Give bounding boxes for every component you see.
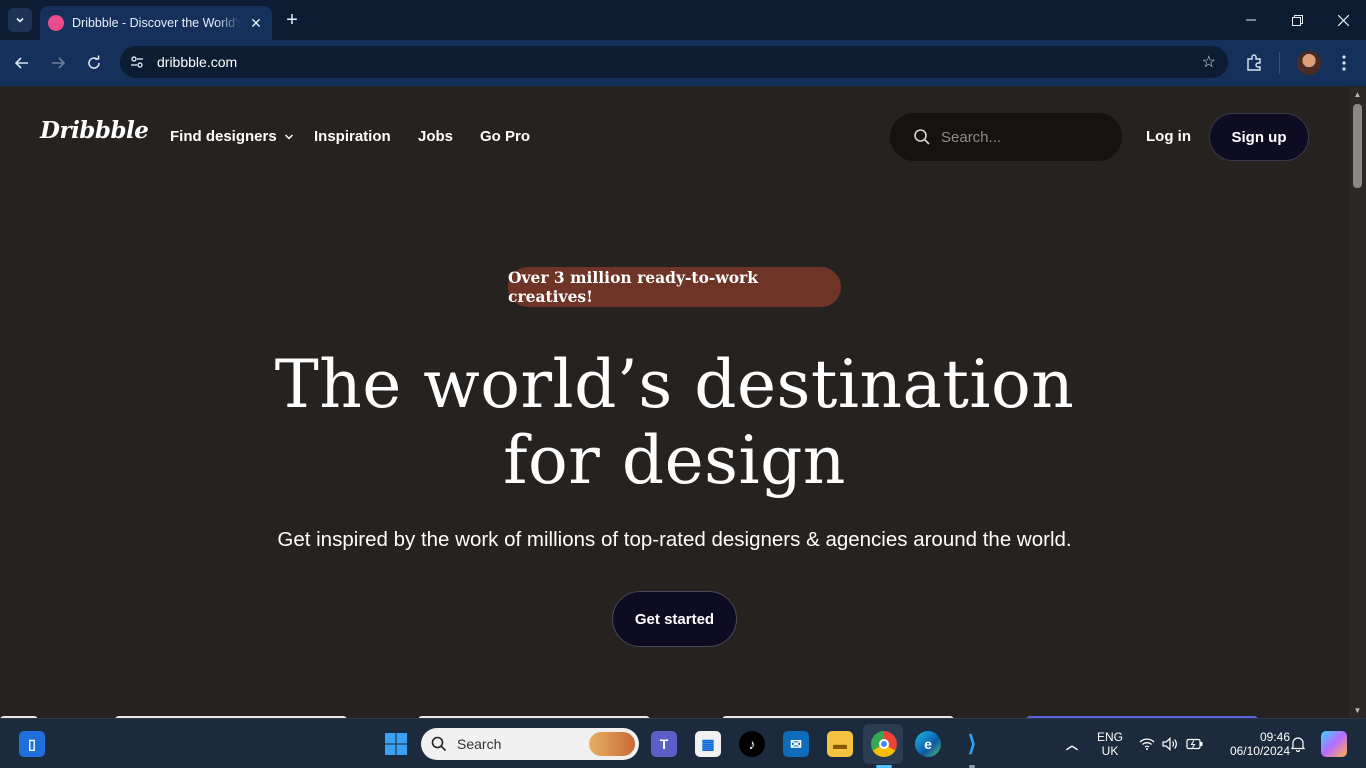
teams-icon[interactable]: T (651, 731, 677, 757)
file-explorer-icon[interactable]: ▬ (827, 731, 853, 757)
get-started-button[interactable]: Get started (612, 591, 737, 647)
speaker-icon (1162, 737, 1177, 751)
volume-icon[interactable] (1160, 731, 1180, 757)
tab-close-icon[interactable]: ✕ (248, 15, 264, 32)
close-icon (1337, 14, 1349, 26)
search-highlight-image (589, 732, 635, 756)
battery-charging-icon (1186, 738, 1203, 750)
dribbble-favicon-icon (48, 15, 64, 31)
start-button[interactable] (383, 731, 409, 757)
nav-find-designers[interactable]: Find designers (170, 128, 294, 145)
restore-button[interactable] (1285, 8, 1309, 32)
new-tab-button[interactable]: + (280, 8, 304, 32)
tab-search-button[interactable] (8, 8, 32, 32)
taskbar-search-label: Search (457, 736, 502, 752)
creatives-badge: Over 3 million ready-to-work creatives! (508, 267, 841, 307)
login-link[interactable]: Log in (1146, 128, 1191, 145)
battery-icon[interactable] (1185, 731, 1205, 757)
tiktok-icon[interactable]: ♪ (739, 731, 765, 757)
windows-taskbar: ▯ Search T ▦ ♪ ✉ ▬ e ⟩ ︿ ENG UK 09:46 06… (0, 718, 1366, 768)
extensions-button[interactable] (1242, 51, 1266, 75)
toolbar-divider (1279, 52, 1280, 74)
site-info-button[interactable] (125, 50, 149, 74)
restore-icon (1291, 14, 1303, 26)
bookmark-star-icon[interactable]: ☆ (1202, 52, 1216, 72)
vscode-icon[interactable]: ⟩ (959, 731, 985, 757)
arrow-right-icon (52, 57, 66, 69)
dribbble-logo[interactable]: Dribbble (40, 117, 149, 144)
scroll-up-arrow-icon[interactable]: ▲ (1353, 90, 1362, 99)
close-window-button[interactable] (1331, 8, 1355, 32)
chrome-center-icon (879, 739, 889, 749)
tab-title: Dribbble - Discover the World's Top Desi… (72, 16, 242, 30)
clock[interactable]: 09:46 06/10/2024 (1214, 730, 1290, 758)
minimize-button[interactable] (1239, 8, 1263, 32)
scroll-down-arrow-icon[interactable]: ▼ (1353, 706, 1362, 715)
nav-jobs[interactable]: Jobs (418, 128, 453, 145)
search-icon (431, 736, 447, 752)
arrow-left-icon (14, 57, 28, 69)
windows-logo-icon (385, 733, 407, 755)
url-text[interactable]: dribbble.com (157, 54, 237, 70)
hero-headline: The world’s destination for design (0, 347, 1349, 499)
clock-time: 09:46 (1259, 730, 1290, 744)
microsoft-store-icon[interactable]: ▦ (695, 731, 721, 757)
tune-icon (131, 56, 143, 68)
reload-button[interactable] (82, 51, 106, 75)
browser-tab-active[interactable]: Dribbble - Discover the World's Top Desi… (40, 6, 272, 40)
chevron-down-icon (284, 134, 293, 140)
browser-toolbar: dribbble.com ☆ (0, 40, 1366, 86)
nav-find-designers-label: Find designers (170, 128, 277, 145)
signup-button[interactable]: Sign up (1209, 113, 1309, 161)
chevron-down-icon (16, 17, 24, 23)
chrome-icon[interactable] (871, 731, 897, 757)
wifi-signal-icon (1139, 738, 1155, 750)
hero-headline-line-2: for design (503, 422, 846, 499)
back-button[interactable] (10, 51, 34, 75)
notifications-bell-icon[interactable] (1288, 731, 1308, 757)
language-region: UK (1101, 744, 1119, 758)
scrollbar-thumb[interactable] (1353, 104, 1362, 188)
profile-avatar[interactable] (1297, 51, 1321, 75)
chrome-menu-button[interactable] (1332, 51, 1356, 75)
nav-go-pro[interactable]: Go Pro (480, 128, 530, 145)
dribbble-page: Dribbble Find designers Inspiration Jobs… (0, 87, 1349, 718)
nav-inspiration[interactable]: Inspiration (314, 128, 391, 145)
copilot-icon[interactable] (1321, 731, 1347, 757)
search-icon (914, 129, 930, 145)
mail-icon[interactable]: ✉ (783, 731, 809, 757)
reload-icon (88, 55, 100, 69)
puzzle-icon (1247, 54, 1261, 71)
address-bar[interactable]: dribbble.com ☆ (120, 46, 1228, 78)
more-vertical-icon (1342, 55, 1346, 71)
search-input[interactable]: Search... (890, 113, 1122, 161)
forward-button[interactable] (46, 51, 70, 75)
browser-tab-strip: Dribbble - Discover the World's Top Desi… (0, 0, 1366, 40)
taskbar-search[interactable]: Search (421, 728, 639, 760)
bell-icon (1291, 737, 1305, 752)
hero-subheading: Get inspired by the work of millions of … (277, 528, 1072, 551)
hero-headline-line-1: The world’s destination (274, 346, 1075, 423)
wifi-icon[interactable] (1137, 731, 1157, 757)
search-placeholder: Search... (941, 128, 1002, 146)
minimize-icon (1246, 19, 1256, 21)
show-hidden-icons-chevron-up-icon[interactable]: ︿ (1059, 731, 1085, 757)
language-code: ENG (1096, 730, 1123, 744)
language-indicator[interactable]: ENG UK (1094, 730, 1126, 758)
edge-icon[interactable]: e (915, 731, 941, 757)
page-scrollbar[interactable]: ▲ ▼ (1349, 87, 1366, 718)
widgets-icon[interactable]: ▯ (19, 731, 45, 757)
clock-date: 06/10/2024 (1229, 744, 1290, 758)
